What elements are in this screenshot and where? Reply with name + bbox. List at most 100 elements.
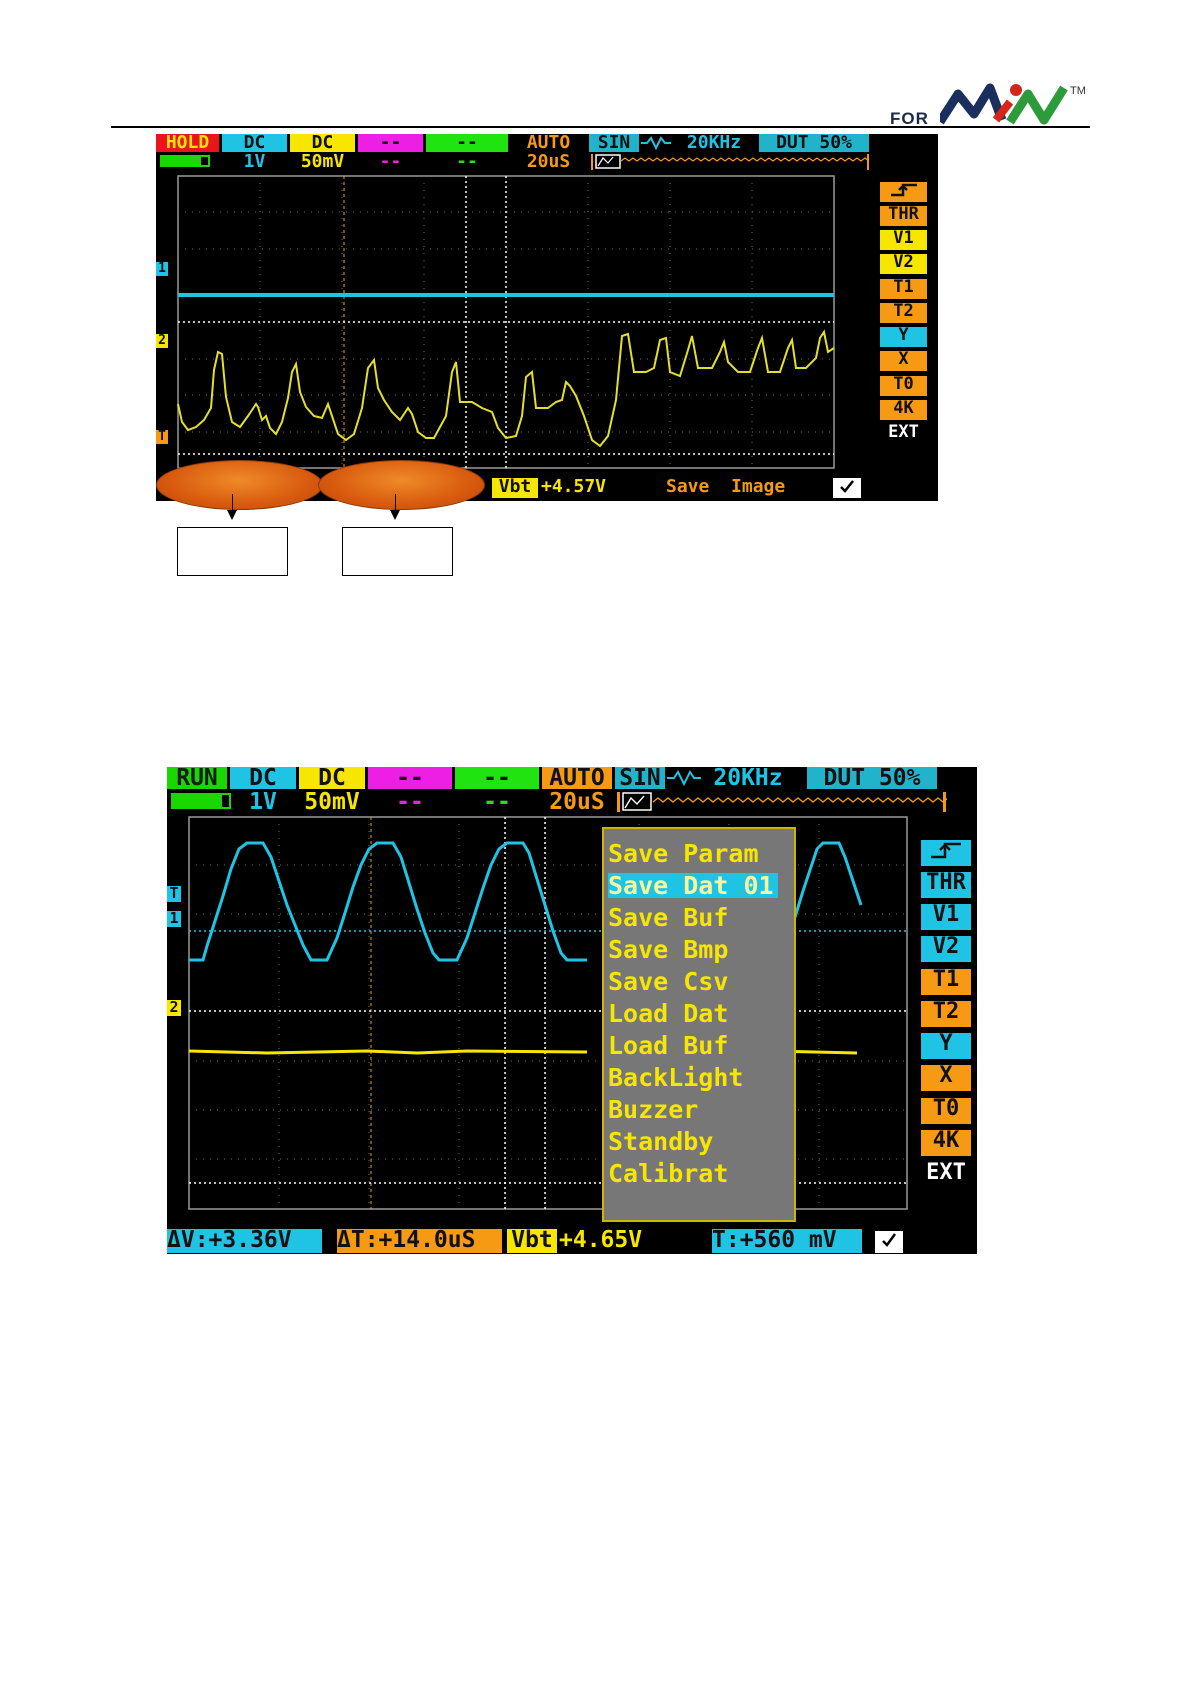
ch1-scale[interactable]: 1V (230, 791, 296, 813)
ch2-scale[interactable]: 50mV (299, 791, 365, 813)
side-button-ext[interactable]: EXT (880, 424, 927, 444)
trigger-mode[interactable]: AUTO (511, 134, 586, 152)
side-button-t2[interactable]: T2 (921, 1001, 971, 1027)
ch3-coupling[interactable]: -- (368, 767, 452, 789)
menu-item-backlight[interactable]: BackLight (608, 1065, 743, 1090)
menu-item-load-dat[interactable]: Load Dat (608, 1001, 728, 1026)
side-button-t0[interactable]: T0 (880, 376, 927, 396)
oscilloscope-screen-hold: HOLD DC DC -- -- AUTO SIN 20KHz DUT 50% … (156, 134, 938, 501)
callout-arrow-left (227, 510, 237, 520)
side-button-t1[interactable]: T1 (921, 969, 971, 995)
rising-edge-icon[interactable] (921, 840, 971, 866)
trigger-marker-icon[interactable]: T (167, 886, 181, 902)
ch4-scale[interactable]: -- (455, 791, 539, 813)
battery-voltage: +4.57V (541, 478, 607, 497)
ch1-scale[interactable]: 1V (222, 153, 287, 171)
side-button-t0[interactable]: T0 (921, 1098, 971, 1124)
menu-item-calibrat[interactable]: Calibrat (608, 1161, 728, 1186)
generator-frequency[interactable]: 20KHz (674, 134, 754, 152)
callout-arrow-right (390, 510, 400, 520)
side-button-ext[interactable]: EXT (921, 1162, 971, 1188)
sine-wave-icon (641, 136, 671, 150)
side-button-v2[interactable]: V2 (921, 936, 971, 962)
callout-line-left (232, 494, 233, 511)
ch1-coupling[interactable]: DC (230, 767, 296, 789)
generator-wave[interactable]: SIN (589, 134, 639, 152)
memory-position-bar[interactable] (591, 153, 871, 171)
callout-ellipse-right (318, 460, 485, 510)
side-button-v1[interactable]: V1 (921, 904, 971, 930)
menu-item-load-buf[interactable]: Load Buf (608, 1033, 728, 1058)
callout-box-left (177, 527, 288, 576)
side-button-y[interactable]: Y (921, 1033, 971, 1059)
trigger-marker-icon[interactable]: T (156, 430, 168, 444)
ch2-trace (188, 1049, 588, 1055)
vbt-label: Vbt (492, 478, 538, 498)
timebase[interactable]: 20uS (511, 153, 586, 171)
run-hold-status[interactable]: HOLD (156, 134, 219, 152)
check-icon[interactable] (833, 478, 861, 498)
generator-wave[interactable]: SIN (615, 767, 665, 789)
menu-item-standby[interactable]: Standby (608, 1129, 713, 1154)
ch3-coupling[interactable]: -- (358, 134, 423, 152)
waveform-plot[interactable] (167, 813, 912, 1213)
ch1-marker[interactable]: 1 (167, 911, 181, 927)
battery-icon (171, 793, 231, 809)
side-button-v1[interactable]: V1 (880, 230, 927, 250)
side-button-thr[interactable]: THR (921, 872, 971, 898)
ch3-scale[interactable]: -- (368, 791, 452, 813)
ch4-scale[interactable]: -- (426, 153, 508, 171)
ch4-coupling[interactable]: -- (455, 767, 539, 789)
side-button-t2[interactable]: T2 (880, 303, 927, 323)
menu-item-save-bmp[interactable]: Save Bmp (608, 937, 728, 962)
vbt-label: Vbt (507, 1229, 557, 1253)
header-divider (111, 126, 1090, 128)
side-button-x[interactable]: X (921, 1065, 971, 1091)
generator-frequency[interactable]: 20KHz (703, 767, 793, 789)
ch1-trace (189, 841, 587, 962)
side-button-thr[interactable]: THR (880, 206, 927, 226)
delta-t-readout: ΔT:+14.0uS (337, 1229, 502, 1253)
menu-item-buzzer[interactable]: Buzzer (608, 1097, 698, 1122)
menu-item-save-csv[interactable]: Save Csv (608, 969, 728, 994)
ch2-trace (177, 329, 835, 448)
waveform-plot[interactable] (156, 172, 876, 472)
callout-line-right (395, 494, 396, 511)
side-button-4k[interactable]: 4K (921, 1130, 971, 1156)
ch2-scale[interactable]: 50mV (290, 153, 355, 171)
trigger-mode[interactable]: AUTO (542, 767, 612, 789)
rising-edge-icon[interactable] (880, 182, 927, 202)
trigger-level-readout: T:+560 mV (712, 1229, 862, 1253)
check-icon[interactable] (875, 1231, 903, 1253)
ch1-marker[interactable]: 1 (156, 262, 168, 276)
sine-wave-icon (667, 770, 701, 786)
side-button-4k[interactable]: 4K (880, 400, 927, 420)
ch1-coupling[interactable]: DC (222, 134, 287, 152)
ch2-coupling[interactable]: DC (299, 767, 365, 789)
ch3-scale[interactable]: -- (358, 153, 423, 171)
timebase[interactable]: 20uS (542, 791, 612, 813)
callout-ellipse-left (156, 460, 323, 510)
side-button-t1[interactable]: T1 (880, 279, 927, 299)
ch2-marker[interactable]: 2 (167, 1000, 181, 1016)
ch2-marker[interactable]: 2 (156, 334, 168, 348)
side-button-y[interactable]: Y (880, 327, 927, 347)
trademark-text: TM (1070, 85, 1086, 97)
ch4-coupling[interactable]: -- (426, 134, 508, 152)
status-message: Save Image (666, 478, 786, 497)
memory-position-bar[interactable] (617, 791, 947, 813)
menu-item-save-buf[interactable]: Save Buf (608, 905, 728, 930)
side-button-x[interactable]: X (880, 351, 927, 371)
save-menu-popup[interactable]: Save Param Save Dat 01 Save Buf Save Bmp… (602, 827, 796, 1222)
menu-item-save-dat[interactable]: Save Dat 01 (608, 873, 778, 898)
ch2-coupling[interactable]: DC (290, 134, 355, 152)
battery-icon (160, 155, 210, 167)
duty-cycle[interactable]: DUT 50% (759, 134, 869, 152)
duty-cycle[interactable]: DUT 50% (807, 767, 937, 789)
menu-item-save-param[interactable]: Save Param (608, 841, 759, 866)
logo-icon: TM (940, 83, 1086, 125)
side-button-v2[interactable]: V2 (880, 254, 927, 274)
run-hold-status[interactable]: RUN (167, 767, 227, 789)
battery-voltage: +4.65V (559, 1229, 643, 1253)
callout-box-right (342, 527, 453, 576)
